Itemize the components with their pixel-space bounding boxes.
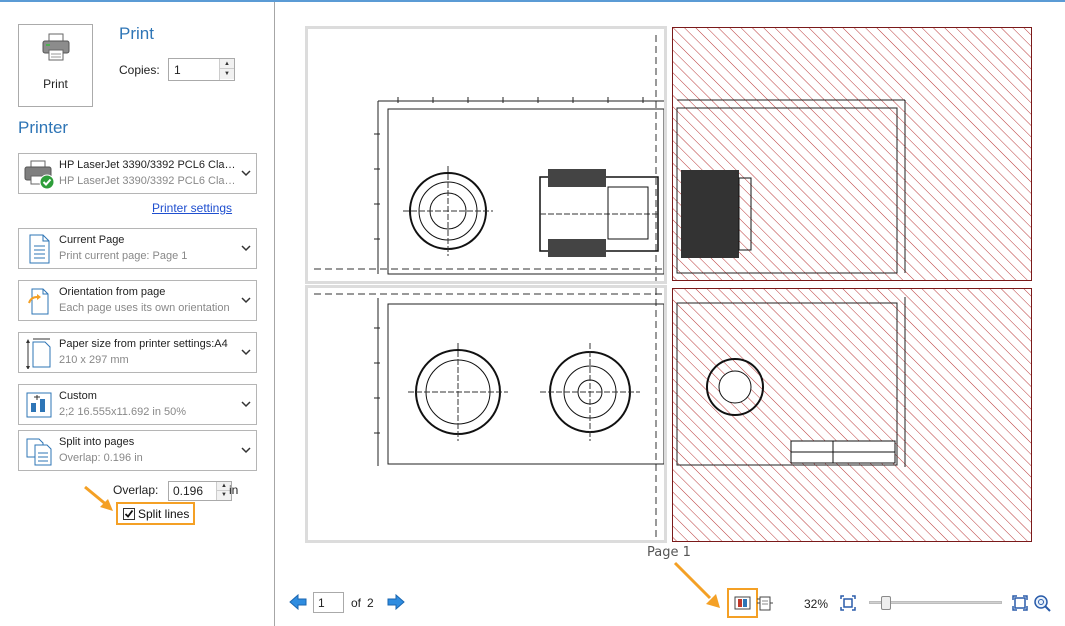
fullscreen-button[interactable] bbox=[1012, 595, 1028, 611]
total-pages: 2 bbox=[367, 596, 374, 610]
preview-page-tile-2-excluded bbox=[672, 27, 1032, 281]
copies-stepper: ▲ ▼ bbox=[168, 58, 235, 81]
preview-page-tile-4-excluded bbox=[672, 288, 1032, 542]
paper-size-icon bbox=[26, 338, 51, 369]
chevron-down-icon bbox=[241, 170, 251, 177]
drawing-preview-circular-sections bbox=[314, 288, 664, 540]
preview-page-tile-1 bbox=[305, 26, 667, 284]
page-range-subtitle: Print current page: Page 1 bbox=[59, 250, 188, 262]
scale-select[interactable]: Custom 2;2 16.555x11.692 in 50% bbox=[18, 384, 257, 425]
overlap-label: Overlap: bbox=[113, 483, 159, 497]
copies-down-button[interactable]: ▼ bbox=[220, 69, 234, 79]
printer-name: HP LaserJet 3390/3392 PCL6 Class Driver bbox=[59, 159, 239, 171]
preview-page-tile-3 bbox=[305, 285, 667, 543]
fit-to-window-button[interactable] bbox=[840, 595, 856, 611]
next-page-button[interactable] bbox=[387, 594, 405, 610]
page-range-select[interactable]: Current Page Print current page: Page 1 bbox=[18, 228, 257, 269]
page-number-field bbox=[313, 592, 344, 613]
page-number-input[interactable] bbox=[314, 593, 343, 612]
drawing-preview-section-views bbox=[314, 35, 664, 281]
chevron-down-icon bbox=[241, 297, 251, 304]
scale-subtitle: 2;2 16.555x11.692 in 50% bbox=[59, 406, 187, 418]
split-pages-view-icon bbox=[734, 596, 751, 610]
orientation-select[interactable]: Orientation from page Each page uses its… bbox=[18, 280, 257, 321]
paper-size-subtitle: 210 x 297 mm bbox=[59, 354, 129, 366]
hatched-drawing-preview bbox=[673, 289, 1031, 541]
zoom-magnifier-button[interactable] bbox=[1033, 594, 1051, 612]
page-layout-view-button[interactable] bbox=[756, 594, 774, 612]
printer-settings-link[interactable]: Printer settings bbox=[152, 201, 232, 215]
callout-arrow-icon bbox=[84, 485, 113, 511]
split-lines-label: Split lines bbox=[138, 507, 190, 521]
paper-size-title: Paper size from printer settings:A4 bbox=[59, 338, 228, 350]
printer-select[interactable]: HP LaserJet 3390/3392 PCL6 Class Driver … bbox=[18, 153, 257, 194]
overlap-input[interactable] bbox=[169, 482, 213, 500]
print-heading: Print bbox=[119, 24, 154, 43]
chevron-down-icon bbox=[241, 349, 251, 356]
orientation-subtitle: Each page uses its own orientation bbox=[59, 302, 230, 314]
split-pages-icon bbox=[26, 438, 52, 466]
print-settings-pane: Print Print Copies: ▲ ▼ Printer HP Laser… bbox=[0, 2, 275, 626]
paper-size-select[interactable]: Paper size from printer settings:A4 210 … bbox=[18, 332, 257, 373]
printer-heading: Printer bbox=[18, 118, 69, 137]
show-split-pages-button[interactable] bbox=[727, 588, 758, 618]
overlap-stepper: ▲ ▼ bbox=[168, 481, 232, 501]
copies-input[interactable] bbox=[169, 59, 215, 80]
overlap-unit: in bbox=[229, 483, 239, 497]
zoom-slider-thumb[interactable] bbox=[881, 596, 891, 610]
callout-arrow-icon bbox=[673, 561, 720, 608]
page-range-title: Current Page bbox=[59, 234, 125, 246]
printer-name-sub: HP LaserJet 3390/3392 PCL6 Class Driver bbox=[59, 175, 239, 187]
split-lines-checkbox[interactable] bbox=[123, 508, 135, 520]
scale-icon bbox=[26, 392, 52, 418]
chevron-down-icon bbox=[241, 401, 251, 408]
split-lines-option[interactable]: Split lines bbox=[116, 502, 195, 525]
hatched-drawing-preview bbox=[673, 28, 1031, 280]
chevron-down-icon bbox=[241, 447, 251, 454]
page-icon bbox=[29, 234, 50, 264]
zoom-slider[interactable] bbox=[869, 596, 1002, 610]
split-mode-select[interactable]: Split into pages Overlap: 0.196 in bbox=[18, 430, 257, 471]
print-button[interactable]: Print bbox=[18, 24, 93, 107]
printer-ready-icon bbox=[24, 160, 55, 190]
preview-page-label: Page 1 bbox=[647, 545, 691, 560]
split-mode-subtitle: Overlap: 0.196 in bbox=[59, 452, 143, 464]
chevron-down-icon bbox=[241, 245, 251, 252]
zoom-percent: 32% bbox=[804, 597, 829, 611]
copies-label: Copies: bbox=[119, 63, 160, 77]
previous-page-button[interactable] bbox=[289, 594, 307, 610]
page-of-label: of bbox=[351, 596, 362, 610]
printer-icon bbox=[42, 33, 70, 61]
split-mode-title: Split into pages bbox=[59, 436, 135, 448]
copies-spin-buttons: ▲ ▼ bbox=[219, 59, 234, 80]
print-button-label: Print bbox=[43, 77, 68, 91]
orientation-icon bbox=[28, 288, 49, 315]
scale-title: Custom bbox=[59, 390, 97, 402]
copies-up-button[interactable]: ▲ bbox=[220, 59, 234, 69]
orientation-title: Orientation from page bbox=[59, 286, 166, 298]
checkmark-icon bbox=[124, 509, 134, 518]
